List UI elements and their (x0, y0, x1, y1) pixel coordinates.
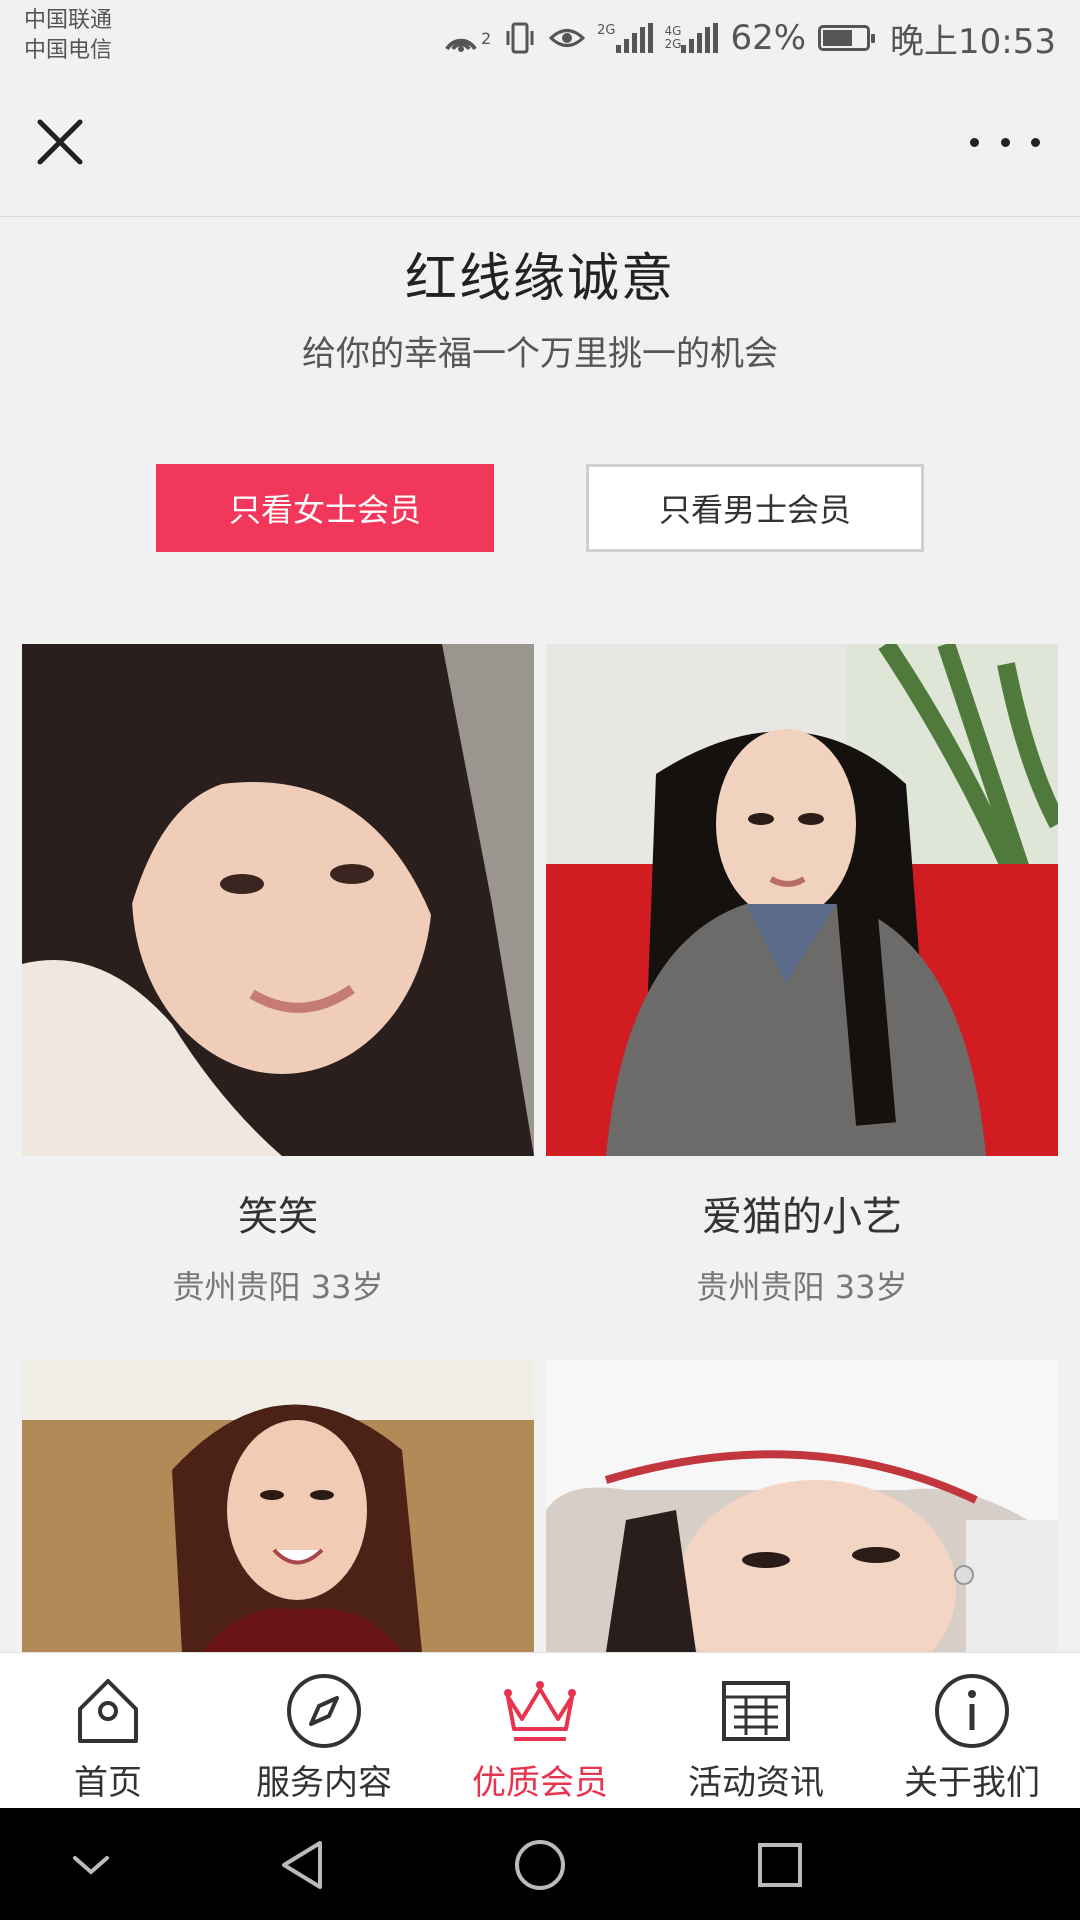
close-icon[interactable] (30, 112, 90, 172)
filter-female-button[interactable]: 只看女士会员 (156, 464, 494, 552)
status-bar: 中国联通 中国电信 2 2G 4G 2G 62% 晚上10:53 (0, 0, 1080, 76)
member-info: 贵州贵阳 33岁 (696, 1268, 908, 1306)
calendar-icon (716, 1671, 796, 1751)
carrier-names: 中国联通 中国电信 (24, 6, 112, 66)
member-info: 贵州贵阳 33岁 (172, 1268, 384, 1306)
tab-home[interactable]: 首页 (0, 1653, 216, 1809)
tab-label: 活动资讯 (688, 1763, 824, 1803)
member-photo[interactable] (546, 1360, 1058, 1652)
tab-label: 首页 (74, 1763, 142, 1803)
home-icon (68, 1671, 148, 1751)
home-circle-icon[interactable] (505, 1830, 575, 1900)
member-photo[interactable] (22, 1360, 534, 1652)
back-icon[interactable] (266, 1830, 336, 1900)
page-title: 红线缘诚意 (404, 249, 675, 309)
tab-label: 关于我们 (904, 1763, 1040, 1803)
filter-male-button[interactable]: 只看男士会员 (586, 464, 924, 552)
clock: 晚上10:53 (890, 21, 1056, 62)
member-card[interactable] (22, 1360, 534, 1652)
member-photo[interactable] (22, 644, 534, 1156)
signal-2-icon: 4G 2G (665, 23, 719, 53)
carrier-1: 中国联通 (24, 8, 113, 33)
member-card[interactable]: 爱猫的小艺 贵州贵阳 33岁 (546, 644, 1058, 1306)
eye-icon (549, 23, 586, 53)
net-1-label: 2G (597, 23, 616, 38)
member-card[interactable] (546, 1360, 1058, 1652)
crown-icon (500, 1671, 580, 1751)
member-name: 爱猫的小艺 (702, 1194, 902, 1240)
recents-icon[interactable] (745, 1830, 815, 1900)
bottom-tab-bar: 首页 服务内容 优质会员 活动资讯 关于我们 (0, 1652, 1080, 1809)
info-icon (932, 1671, 1012, 1751)
carrier-2: 中国电信 (24, 38, 113, 63)
tab-activities[interactable]: 活动资讯 (648, 1653, 864, 1809)
page-subtitle: 给你的幸福一个万里挑一的机会 (302, 334, 778, 374)
battery-icon (818, 25, 876, 51)
member-name: 笑笑 (238, 1194, 318, 1240)
compass-icon (284, 1671, 364, 1751)
tab-services[interactable]: 服务内容 (216, 1653, 432, 1809)
chevron-down-icon[interactable] (56, 1830, 126, 1900)
top-nav (0, 76, 1080, 217)
battery-fill (823, 30, 852, 46)
member-photo[interactable] (546, 644, 1058, 1156)
more-dots-icon[interactable] (970, 122, 1040, 162)
status-icons: 2 2G 4G 2G 62% 晚上10:53 (441, 14, 1056, 62)
net-2-bottom-label: 2G (664, 37, 682, 51)
vibrate-icon (503, 21, 537, 55)
tab-label: 服务内容 (256, 1763, 392, 1803)
tab-label: 优质会员 (472, 1763, 608, 1803)
hotspot-badge: 2 (480, 28, 492, 48)
signal-1-icon: 2G (597, 23, 653, 53)
battery-percent: 62% (730, 18, 807, 58)
hotspot-icon: 2 (441, 21, 491, 55)
member-card[interactable]: 笑笑 贵州贵阳 33岁 (22, 644, 534, 1306)
tab-members[interactable]: 优质会员 (432, 1653, 648, 1809)
tab-about[interactable]: 关于我们 (864, 1653, 1080, 1809)
system-nav-bar (0, 1808, 1080, 1920)
